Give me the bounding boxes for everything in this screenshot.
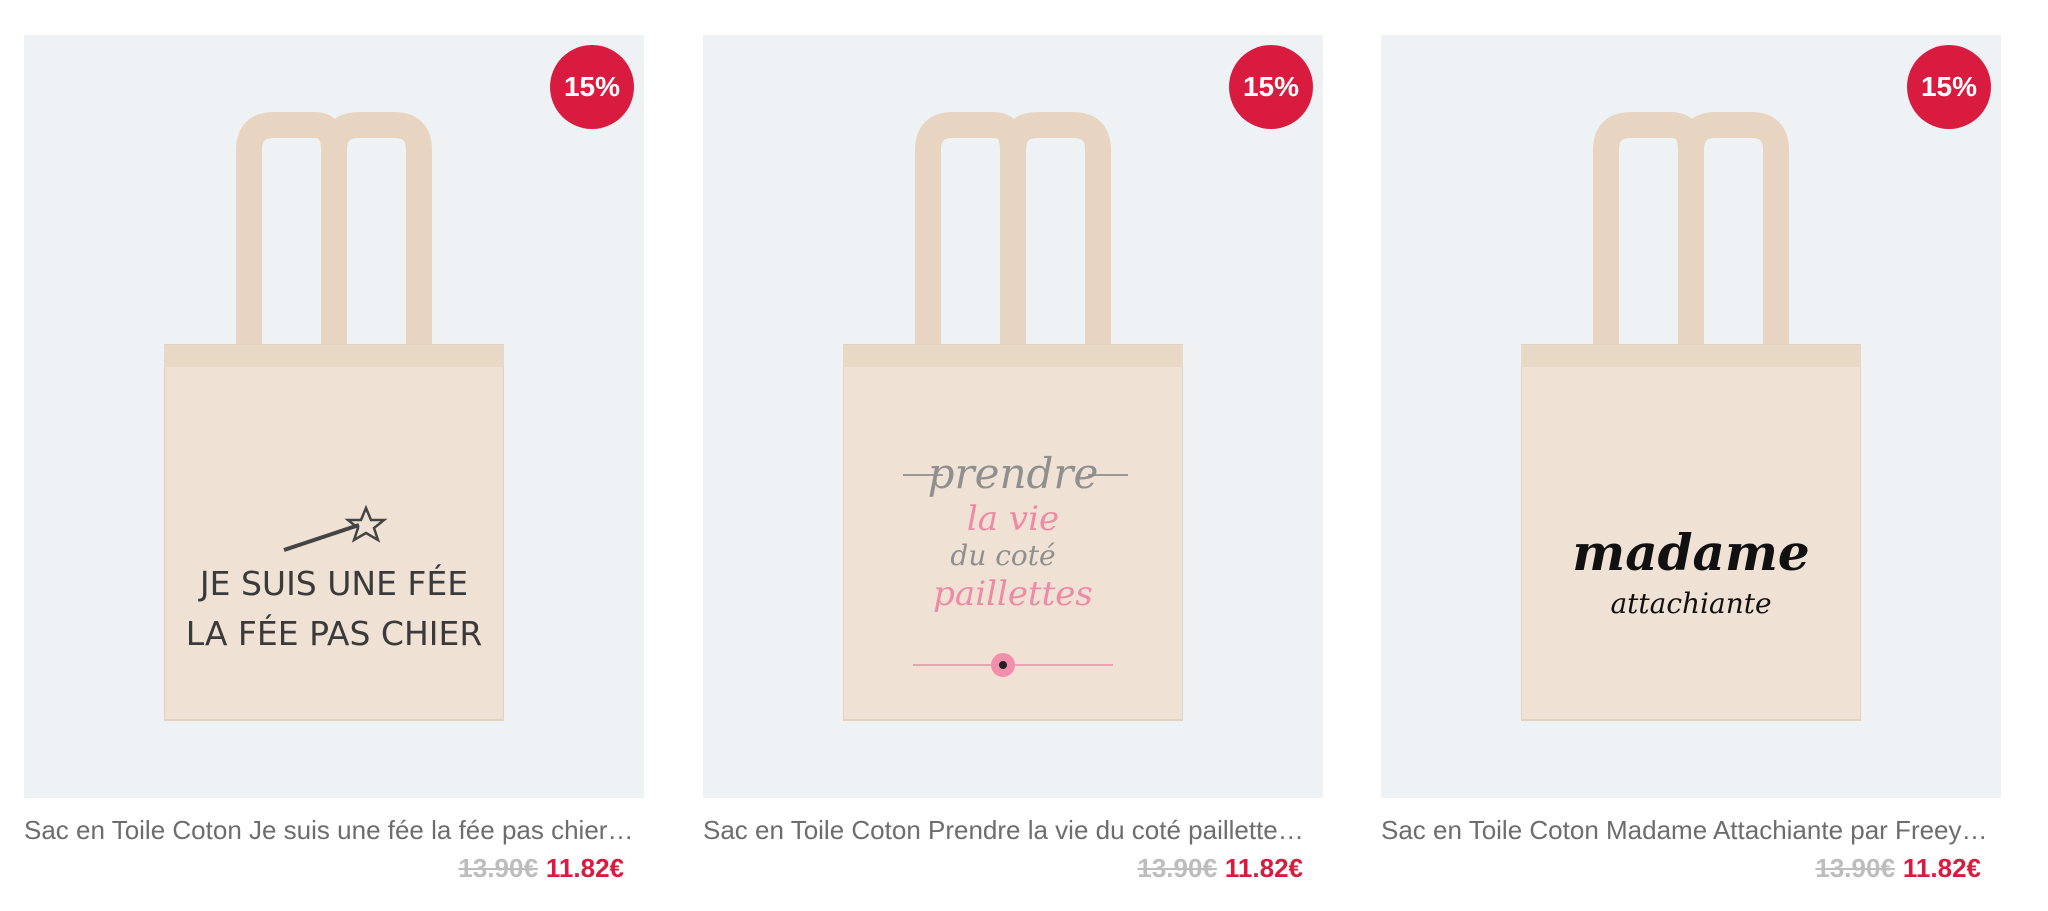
- product-title[interactable]: Sac en Toile Coton Prendre la vie du cot…: [703, 812, 1323, 848]
- sale-price: 11.82€: [545, 853, 624, 883]
- discount-badge: 15%: [1229, 45, 1313, 129]
- product-card[interactable]: 15% madame attachiante Sac en Toile Coto…: [1381, 35, 2001, 888]
- discount-badge: 15%: [550, 45, 634, 129]
- tote-bag-image: prendre la vie du coté paillettes: [843, 110, 1183, 725]
- bag-print-line-4: paillettes: [933, 574, 1093, 614]
- product-card[interactable]: 15% JE SUIS UNE FÉE LA FÉE PAS CHIER Sac: [24, 35, 644, 888]
- product-title[interactable]: Sac en Toile Coton Madame Attachiante pa…: [1381, 812, 2001, 848]
- product-card[interactable]: 15% prendre la vie du coté paillettes Sa…: [703, 35, 1323, 888]
- bag-print-line-2: la vie: [967, 499, 1059, 539]
- bag-print-line-1: madame: [1572, 523, 1809, 582]
- old-price: 13.90€: [1815, 853, 1895, 883]
- bag-print-line-2: attachiante: [1610, 587, 1771, 620]
- price: 13.90€ 11.82€: [24, 848, 644, 888]
- price: 13.90€ 11.82€: [703, 848, 1323, 888]
- product-image[interactable]: 15% prendre la vie du coté paillettes: [703, 35, 1323, 798]
- product-title[interactable]: Sac en Toile Coton Je suis une fée la fé…: [24, 812, 644, 848]
- bag-print-line-3: du coté: [950, 539, 1055, 572]
- old-price: 13.90€: [458, 853, 538, 883]
- bag-print-line-2: LA FÉE PAS CHIER: [186, 613, 483, 653]
- bag-print-line-1: JE SUIS UNE FÉE: [198, 563, 468, 603]
- bag-print-line-1: prendre: [928, 449, 1099, 498]
- sale-price: 11.82€: [1902, 853, 1981, 883]
- tote-bag-image: madame attachiante: [1521, 110, 1861, 725]
- tote-bag-image: JE SUIS UNE FÉE LA FÉE PAS CHIER: [164, 110, 504, 725]
- discount-badge: 15%: [1907, 45, 1991, 129]
- old-price: 13.90€: [1137, 853, 1217, 883]
- price: 13.90€ 11.82€: [1381, 848, 2001, 888]
- product-image[interactable]: 15% JE SUIS UNE FÉE LA FÉE PAS CHIER: [24, 35, 644, 798]
- product-image[interactable]: 15% madame attachiante: [1381, 35, 2001, 798]
- sale-price: 11.82€: [1224, 853, 1303, 883]
- product-grid: 15% JE SUIS UNE FÉE LA FÉE PAS CHIER Sac: [0, 0, 2048, 911]
